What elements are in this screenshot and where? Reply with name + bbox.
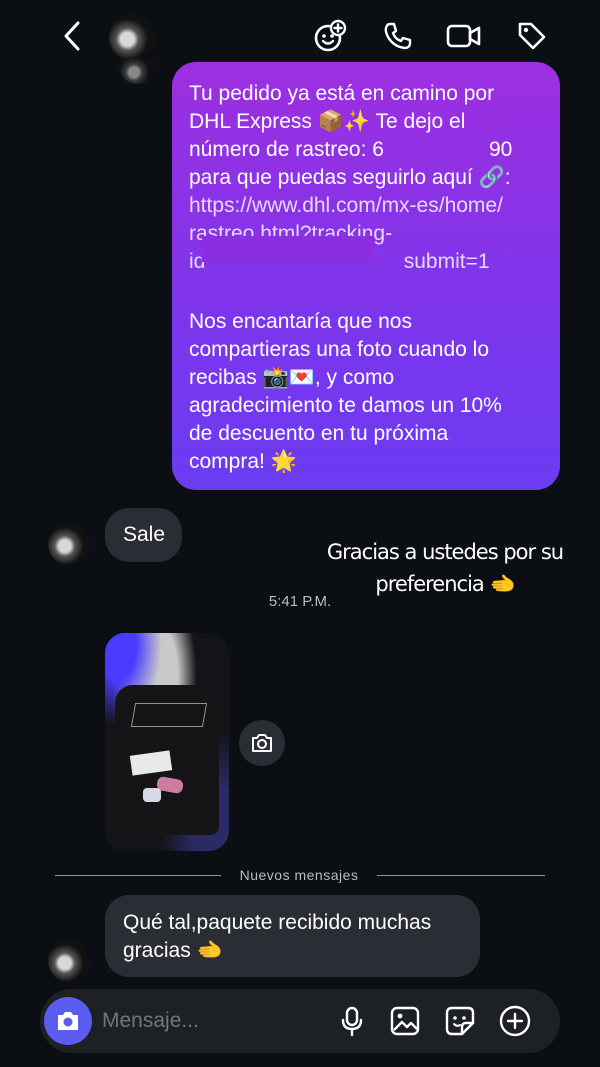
sticker [143, 788, 161, 802]
contact-avatar[interactable] [109, 14, 155, 60]
phone-icon [384, 22, 412, 50]
divider-line [55, 875, 221, 876]
gallery-icon [390, 1006, 420, 1036]
message-line: DHL Express 📦✨ Te dejo el [189, 110, 466, 133]
redaction-box [202, 236, 374, 262]
message-line: gracias 🫲 [123, 939, 223, 962]
emoji-add-icon [314, 19, 347, 52]
sender-avatar[interactable] [48, 940, 90, 982]
message-line: de descuento en tu próxima [189, 422, 449, 445]
reaction-avatar [118, 58, 158, 84]
sticker-button[interactable] [442, 1003, 478, 1039]
message-input[interactable] [102, 1005, 322, 1037]
back-button[interactable] [54, 18, 90, 54]
message-text: Qué tal,paquete recibido muchas gracias … [123, 909, 431, 965]
sticker-icon [445, 1006, 475, 1036]
gallery-button[interactable] [387, 1003, 423, 1039]
photo-message[interactable] [105, 633, 229, 851]
tag-icon [518, 22, 546, 50]
add-effects-button[interactable] [310, 16, 350, 56]
message-paragraph-2: Nos encantaría que nos compartieras una … [189, 308, 549, 476]
message-line: número de rastreo: 6 90 [189, 138, 513, 161]
message-line: agradecimiento te damos un 10% [189, 394, 502, 417]
voice-message-button[interactable] [334, 1003, 370, 1039]
message-line: recibas 📸💌, y como [189, 366, 395, 389]
timestamp: 5:41 P.M. [268, 593, 332, 610]
plus-icon [499, 1005, 531, 1037]
new-messages-label: Nuevos mensajes [239, 867, 359, 883]
message-line: compartieras una foto cuando lo [189, 338, 490, 361]
message-composer [40, 989, 560, 1053]
camera-button[interactable] [44, 997, 92, 1045]
reply-with-camera-button[interactable] [239, 720, 285, 766]
camera-icon [58, 1012, 78, 1030]
message-line: compra! 🌟 [189, 450, 297, 473]
chevron-left-icon [64, 21, 80, 51]
message-line: para que puedas seguirlo aquí 🔗: [189, 166, 511, 189]
microphone-icon [341, 1006, 363, 1037]
outgoing-message-bubble[interactable]: Tu pedido ya está en camino por DHL Expr… [172, 62, 560, 490]
video-icon [446, 24, 481, 48]
message-line: Tu pedido ya está en camino por [189, 82, 495, 105]
more-options-button[interactable] [497, 1003, 533, 1039]
tag-button[interactable] [512, 16, 552, 56]
camera-icon [252, 734, 272, 752]
sender-avatar[interactable] [48, 523, 90, 565]
call-button[interactable] [378, 16, 418, 56]
incoming-message-bubble[interactable]: Qué tal,paquete recibido muchas gracias … [105, 895, 480, 977]
tracking-link[interactable]: https://www.dhl.com/mx-es/home/ [189, 192, 549, 220]
video-call-button[interactable] [444, 16, 484, 56]
message-text: Sale [123, 523, 166, 546]
divider-line [377, 875, 545, 876]
incoming-message-bubble[interactable]: Sale [105, 508, 182, 562]
hoodie-print [130, 703, 208, 727]
caption-line: Gracias a ustedes por su [326, 540, 564, 564]
message-line: Nos encantaría que nos [189, 310, 412, 333]
message-line: Qué tal,paquete recibido muchas [123, 911, 432, 934]
story-caption: Gracias a ustedes por su preferencia 🫲 [300, 536, 590, 600]
